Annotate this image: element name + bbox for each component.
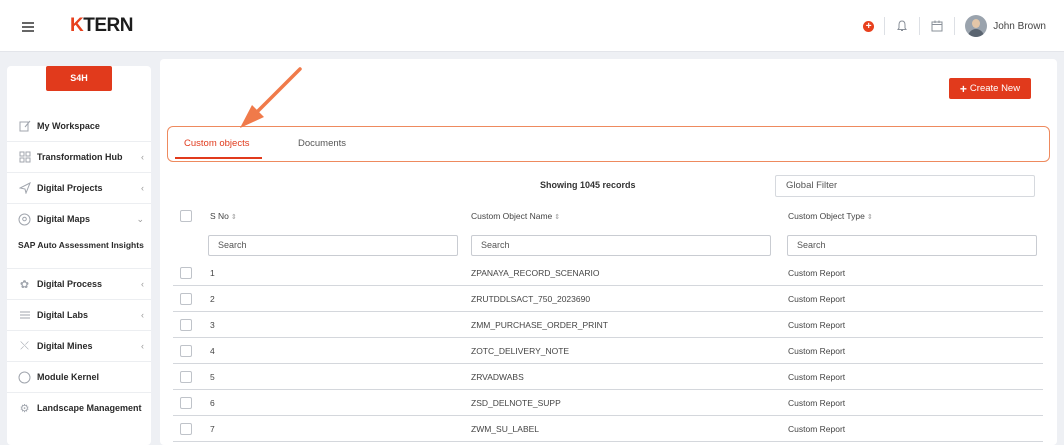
table-row[interactable]: 3 ZMM_PURCHASE_ORDER_PRINT Custom Report: [173, 312, 1043, 338]
s4h-badge[interactable]: S4H: [46, 66, 112, 91]
row-checkbox[interactable]: [180, 292, 192, 305]
sidebar: S4H My Workspace Transformation Hub ‹ Di…: [7, 66, 151, 445]
select-all-checkbox[interactable]: [180, 210, 192, 222]
records-count: Showing 1045 records: [540, 180, 636, 190]
workspace-icon: [18, 119, 31, 132]
sort-icon: ⇕: [866, 214, 873, 221]
tabs-bar: Custom objects Documents: [167, 126, 1050, 162]
hamburger-menu-icon[interactable]: [22, 22, 34, 32]
gear-icon: ⚙: [19, 402, 30, 415]
sort-icon: ⇕: [230, 214, 237, 221]
user-avatar[interactable]: [965, 15, 988, 37]
calendar-icon[interactable]: [930, 19, 944, 33]
ktern-logo[interactable]: KTERN: [70, 15, 133, 37]
tab-documents[interactable]: Documents: [298, 138, 346, 149]
sidebar-item-transformation-hub[interactable]: Transformation Hub ‹: [7, 141, 151, 172]
bell-icon[interactable]: [895, 19, 909, 33]
row-checkbox[interactable]: [180, 344, 192, 357]
circle-icon: [18, 371, 31, 384]
table-row[interactable]: 1 ZPANAYA_RECORD_SCENARIO Custom Report: [173, 260, 1043, 286]
chevron-left-icon: ‹: [141, 152, 144, 162]
sidebar-item-digital-mines[interactable]: ⤬ Digital Mines ‹: [7, 330, 151, 361]
table-row[interactable]: 2 ZRUTDDLSACT_750_2023690 Custom Report: [173, 286, 1043, 312]
sidebar-item-digital-labs[interactable]: Digital Labs ‹: [7, 299, 151, 330]
sort-icon: ⇕: [554, 214, 561, 221]
chevron-down-icon: ⌄: [136, 214, 144, 224]
name-search-input[interactable]: Search: [471, 234, 771, 256]
main-panel: + Create New Custom objects Documents Sh…: [160, 59, 1057, 445]
top-bar: KTERN + John Brown: [0, 0, 1064, 52]
chevron-left-icon: ‹: [141, 310, 144, 320]
table-row[interactable]: 4 ZOTC_DELIVERY_NOTE Custom Report: [173, 338, 1043, 364]
sno-search-input[interactable]: Search: [208, 234, 458, 256]
list-icon: [18, 309, 31, 322]
create-new-button[interactable]: + Create New: [949, 78, 1031, 99]
map-icon: [18, 213, 31, 226]
table-row[interactable]: 7 ZWM_SU_LABEL Custom Report: [173, 416, 1043, 442]
sidebar-subitem-sap-auto-assessment[interactable]: SAP Auto Assessment Insights: [7, 234, 151, 268]
chevron-left-icon: ‹: [141, 183, 144, 193]
global-filter-input[interactable]: Global Filter: [775, 175, 1035, 197]
column-header-name[interactable]: Custom Object Name ⇕: [471, 211, 560, 221]
chevron-left-icon: ‹: [141, 341, 144, 351]
row-checkbox[interactable]: [180, 396, 192, 409]
shuffle-icon: ⤬: [20, 339, 29, 352]
tab-custom-objects[interactable]: Custom objects: [184, 138, 249, 149]
sidebar-item-module-kernel[interactable]: Module Kernel: [7, 361, 151, 392]
active-tab-underline: [175, 157, 262, 159]
row-checkbox[interactable]: [180, 422, 192, 435]
header-actions: + John Brown: [863, 14, 1046, 38]
add-icon[interactable]: +: [863, 20, 875, 32]
row-checkbox[interactable]: [180, 370, 192, 383]
sidebar-item-digital-process[interactable]: ✿ Digital Process ‹: [7, 268, 151, 299]
sidebar-item-landscape-management[interactable]: ⚙ Landscape Management: [7, 392, 151, 423]
custom-objects-table: S No ⇕ Custom Object Name ⇕ Custom Object …: [173, 202, 1043, 442]
send-icon: [18, 182, 31, 195]
table-header-row: S No ⇕ Custom Object Name ⇕ Custom Object …: [173, 202, 1043, 230]
row-checkbox[interactable]: [180, 266, 192, 279]
sun-icon: ✿: [19, 278, 30, 291]
grid-icon: [18, 151, 31, 164]
column-header-type[interactable]: Custom Object Type ⇕: [788, 211, 873, 221]
table-search-row: Search Search Search: [173, 230, 1043, 260]
sidebar-item-digital-maps[interactable]: Digital Maps ⌄: [7, 203, 151, 234]
table-row[interactable]: 6 ZSD_DELNOTE_SUPP Custom Report: [173, 390, 1043, 416]
chevron-left-icon: ‹: [141, 279, 144, 289]
user-name[interactable]: John Brown: [993, 21, 1046, 32]
table-row[interactable]: 5 ZRVADWABS Custom Report: [173, 364, 1043, 390]
sidebar-item-digital-projects[interactable]: Digital Projects ‹: [7, 172, 151, 203]
column-header-sno[interactable]: S No ⇕: [210, 211, 237, 221]
type-search-input[interactable]: Search: [787, 234, 1037, 256]
sidebar-nav: My Workspace Transformation Hub ‹ Digita…: [7, 110, 151, 423]
sidebar-item-my-workspace[interactable]: My Workspace: [7, 110, 151, 141]
row-checkbox[interactable]: [180, 318, 192, 331]
plus-icon: +: [959, 81, 967, 96]
